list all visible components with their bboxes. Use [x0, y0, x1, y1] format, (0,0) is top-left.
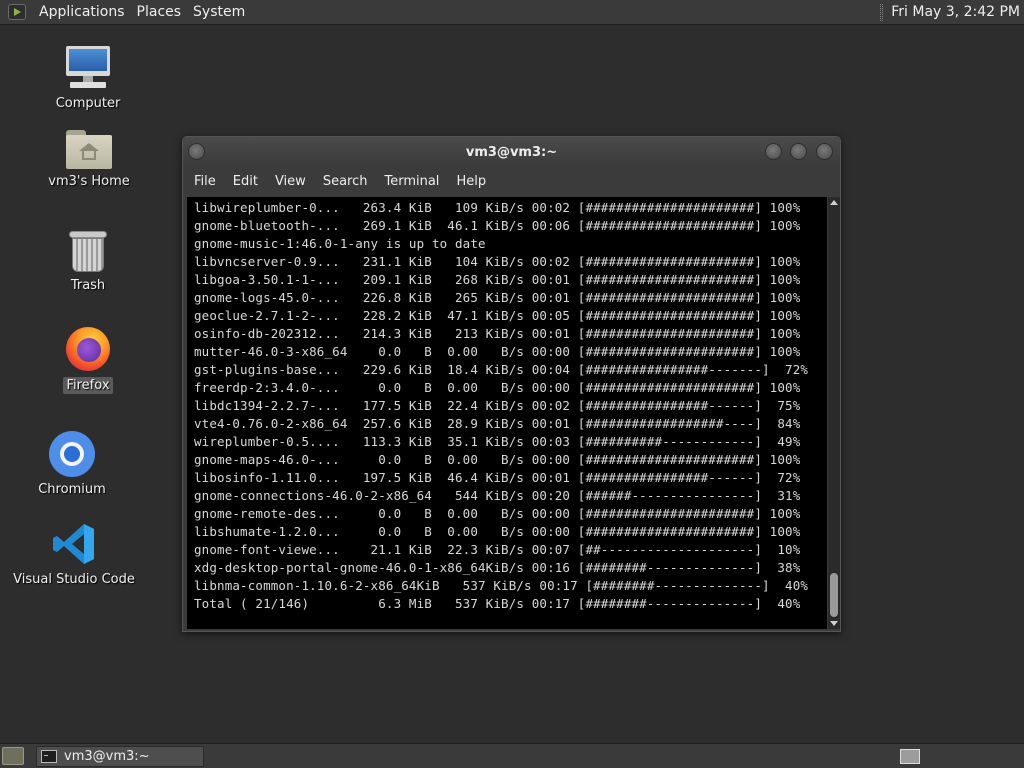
terminal-icon — [41, 749, 57, 763]
terminal-titlebar[interactable]: vm3@vm3:~ — [183, 137, 840, 167]
terminal-line: libnma-common-1.10.6-2-x86_64KiB 537 KiB… — [194, 578, 809, 593]
menu-search[interactable]: Search — [316, 174, 375, 189]
workspace-switcher[interactable] — [900, 748, 920, 764]
menu-edit[interactable]: Edit — [226, 174, 265, 189]
menu-system[interactable]: System — [187, 0, 251, 25]
taskbar-terminal-button[interactable]: vm3@vm3:~ — [36, 745, 204, 767]
top-panel-right: Fri May 3, 2:42 PM — [880, 0, 1024, 25]
terminal-line: geoclue-2.7.1-2-... 228.2 KiB 47.1 KiB/s… — [194, 308, 801, 323]
terminal-scrollbar[interactable] — [828, 197, 840, 629]
terminal-line: freerdp-2:3.4.0-... 0.0 B 0.00 B/s 00:00… — [194, 380, 801, 395]
desktop-icon-firefox-label: Firefox — [63, 377, 113, 394]
desktop-icon-computer-label: Computer — [55, 96, 121, 111]
terminal-menubar: File Edit View Search Terminal Help — [183, 167, 840, 195]
terminal-line: gnome-music-1:46.0-1-any is up to date — [194, 236, 486, 251]
terminal-line: libosinfo-1.11.0... 197.5 KiB 46.4 KiB/s… — [194, 470, 801, 485]
applications-logo-icon[interactable] — [7, 2, 27, 22]
show-desktop-icon[interactable] — [2, 747, 24, 765]
clock[interactable]: Fri May 3, 2:42 PM — [891, 4, 1020, 20]
desktop-icon-vscode[interactable]: Visual Studio Code — [13, 520, 135, 587]
terminal-lines: libwireplumber-0... 263.4 KiB 109 KiB/s … — [194, 199, 808, 613]
menu-places[interactable]: Places — [131, 0, 188, 25]
terminal-line: vte4-0.76.0-2-x86_64 257.6 KiB 28.9 KiB/… — [194, 416, 801, 431]
desktop-icon-trash-label: Trash — [70, 278, 106, 293]
terminal-line: libgoa-3.50.1-1-... 209.1 KiB 268 KiB/s … — [194, 272, 801, 287]
desktop-icon-home[interactable]: vm3's Home — [44, 130, 134, 189]
terminal-line: libvncserver-0.9... 231.1 KiB 104 KiB/s … — [194, 254, 801, 269]
terminal-line: Total ( 21/146) 6.3 MiB 537 KiB/s 00:17 … — [194, 596, 801, 611]
desktop-icon-trash[interactable]: Trash — [64, 230, 112, 293]
window-menu-button[interactable] — [188, 143, 205, 160]
terminal-line: gnome-bluetooth-... 269.1 KiB 46.1 KiB/s… — [194, 218, 801, 233]
terminal-line: gnome-font-viewe... 21.1 KiB 22.3 KiB/s … — [194, 542, 801, 557]
scroll-up-arrow-icon[interactable] — [830, 200, 838, 205]
scroll-down-arrow-icon[interactable] — [830, 621, 838, 626]
desktop-icon-chromium-label: Chromium — [38, 482, 106, 497]
terminal-line: libwireplumber-0... 263.4 KiB 109 KiB/s … — [194, 200, 801, 215]
terminal-line: libdc1394-2.2.7-... 177.5 KiB 22.4 KiB/s… — [194, 398, 801, 413]
desktop-icon-home-label: vm3's Home — [48, 174, 130, 189]
menu-file[interactable]: File — [187, 174, 223, 189]
terminal-title: vm3@vm3:~ — [465, 144, 558, 160]
top-panel: Applications Places System Fri May 3, 2:… — [0, 0, 1024, 25]
scrollbar-thumb[interactable] — [830, 573, 838, 617]
taskbar-terminal-label: vm3@vm3:~ — [64, 748, 150, 764]
minimize-button[interactable] — [765, 143, 782, 160]
terminal-line: gnome-connections-46.0-2-x86_64 544 KiB/… — [194, 488, 801, 503]
home-folder-icon — [66, 130, 112, 170]
vscode-icon — [50, 520, 98, 568]
terminal-window[interactable]: vm3@vm3:~ File Edit View Search Terminal… — [182, 136, 841, 632]
bottom-panel: vm3@vm3:~ — [0, 743, 1024, 768]
menu-view[interactable]: View — [268, 174, 313, 189]
desktop-icon-chromium[interactable]: Chromium — [38, 430, 106, 497]
desktop-icon-computer[interactable]: Computer — [56, 44, 120, 111]
menu-terminal[interactable]: Terminal — [377, 174, 446, 189]
panel-grip-icon — [880, 3, 884, 21]
menu-help[interactable]: Help — [449, 174, 493, 189]
maximize-button[interactable] — [790, 143, 807, 160]
terminal-line: wireplumber-0.5.... 113.3 KiB 35.1 KiB/s… — [194, 434, 801, 449]
trash-icon — [68, 230, 108, 274]
terminal-line: gnome-logs-45.0-... 226.8 KiB 265 KiB/s … — [194, 290, 801, 305]
desktop-icon-vscode-label: Visual Studio Code — [13, 572, 135, 587]
close-button[interactable] — [816, 143, 833, 160]
computer-icon — [64, 44, 112, 92]
menu-applications[interactable]: Applications — [33, 0, 131, 25]
terminal-line: mutter-46.0-3-x86_64 0.0 B 0.00 B/s 00:0… — [194, 344, 801, 359]
terminal-output[interactable]: libwireplumber-0... 263.4 KiB 109 KiB/s … — [187, 197, 827, 629]
terminal-line: gst-plugins-base... 229.6 KiB 18.4 KiB/s… — [194, 362, 809, 377]
terminal-line: osinfo-db-202312... 214.3 KiB 213 KiB/s … — [194, 326, 801, 341]
firefox-icon — [64, 325, 112, 373]
chromium-icon — [48, 430, 96, 478]
terminal-line: gnome-remote-des... 0.0 B 0.00 B/s 00:00… — [194, 506, 801, 521]
desktop-icon-firefox[interactable]: Firefox — [60, 325, 116, 394]
terminal-line: libshumate-1.2.0... 0.0 B 0.00 B/s 00:00… — [194, 524, 801, 539]
terminal-line: gnome-maps-46.0-... 0.0 B 0.00 B/s 00:00… — [194, 452, 801, 467]
terminal-line: xdg-desktop-portal-gnome-46.0-1-x86_64Ki… — [194, 560, 801, 575]
